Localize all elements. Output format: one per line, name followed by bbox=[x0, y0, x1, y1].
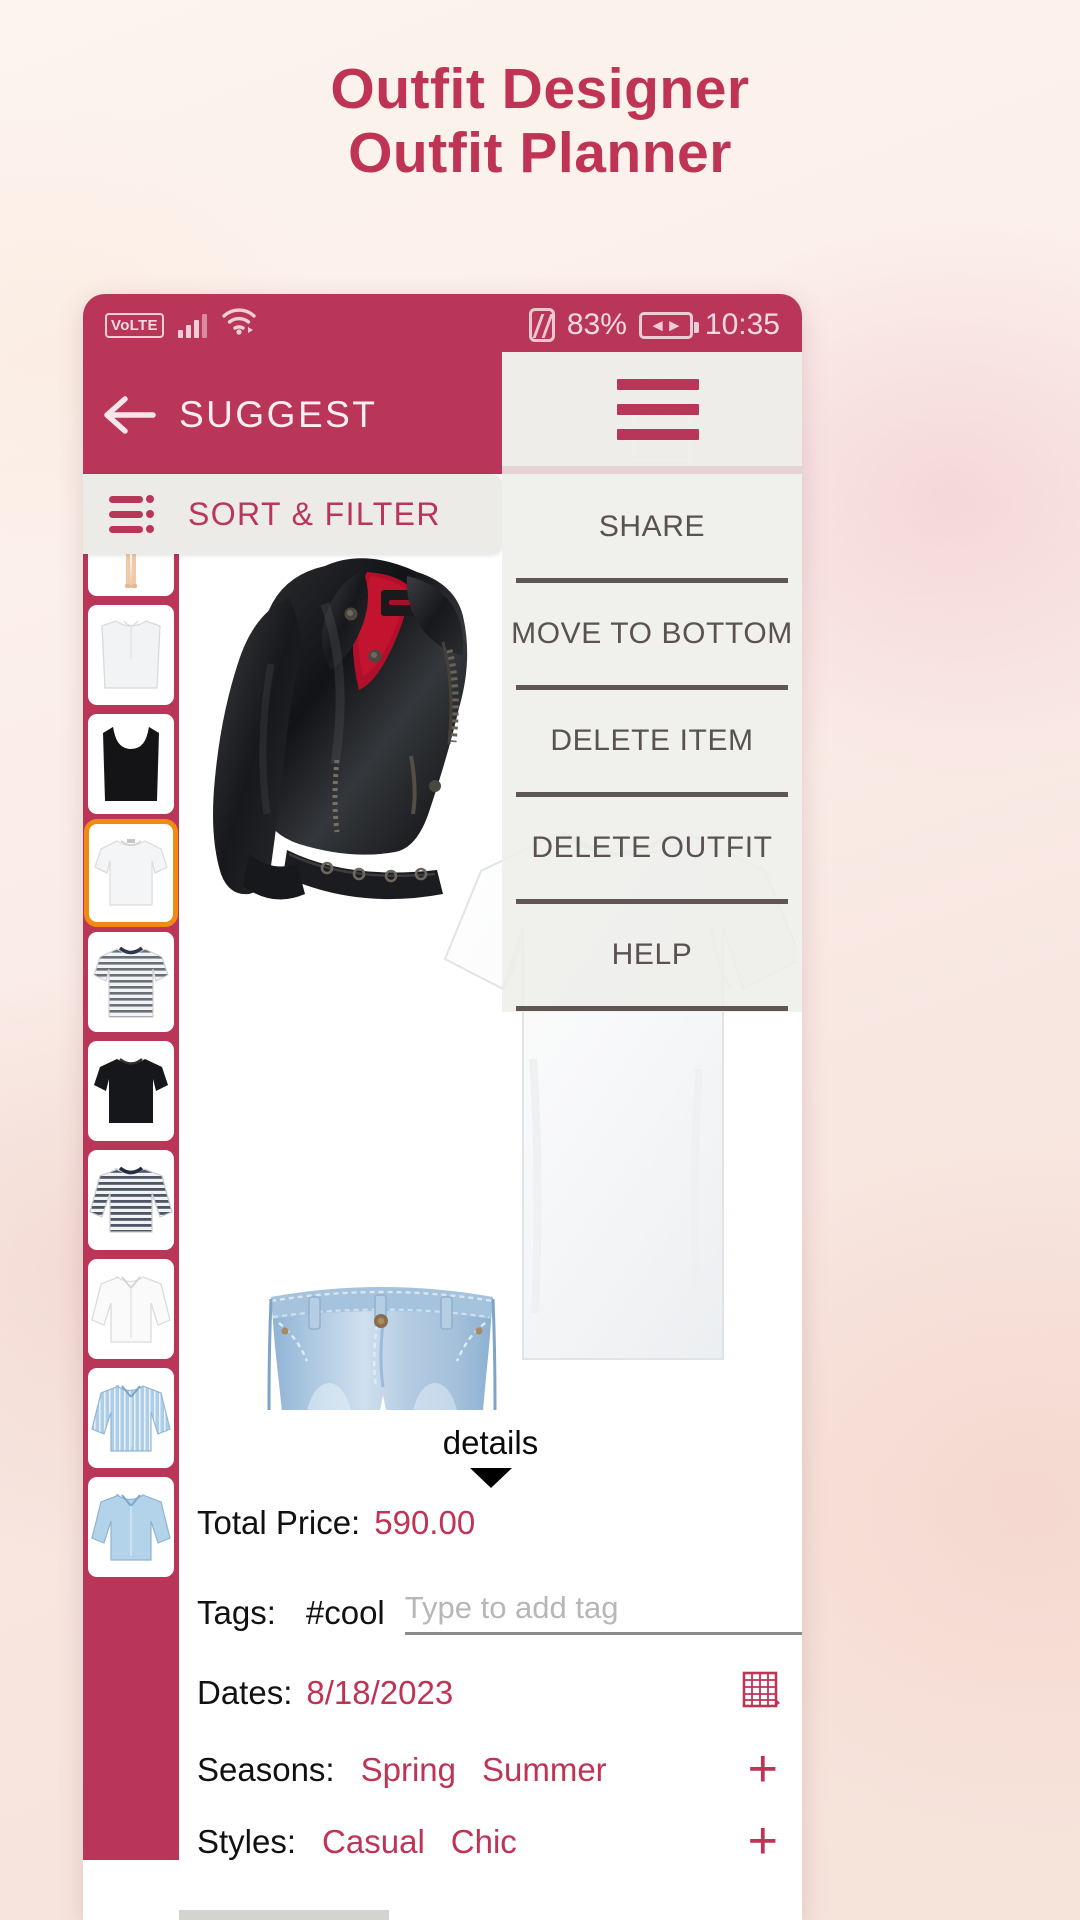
promo-heading: Outfit Designer Outfit Planner bbox=[0, 57, 1080, 186]
chevron-down-icon bbox=[469, 1468, 512, 1488]
menu-separator bbox=[516, 1006, 788, 1011]
style-chip-casual[interactable]: Casual bbox=[322, 1823, 425, 1861]
rail-item-white-t-shirt[interactable] bbox=[84, 819, 178, 927]
phone-screenshot: VoLTE 83% ◄► 10:35 SUGGEST SORT & FILTER… bbox=[83, 294, 802, 1920]
styles-row: Styles: Casual Chic + bbox=[197, 1815, 784, 1867]
rail-item-striped-tee[interactable] bbox=[88, 932, 174, 1032]
rail-item-black-tank-top[interactable] bbox=[88, 714, 174, 814]
tag-chip[interactable]: #cool bbox=[306, 1594, 385, 1632]
rail-item-white-blouse[interactable] bbox=[88, 1259, 174, 1359]
add-season-plus-icon[interactable]: + bbox=[748, 1743, 784, 1795]
status-bar: VoLTE 83% ◄► 10:35 bbox=[83, 294, 802, 356]
promo-line-2: Outfit Planner bbox=[348, 120, 732, 185]
menu-item-share[interactable]: SHARE bbox=[502, 476, 802, 578]
overflow-menu-list[interactable]: SHARE MOVE TO BOTTOM DELETE ITEM DELETE … bbox=[502, 466, 802, 1011]
rail-item-blue-striped-shirt[interactable] bbox=[88, 1368, 174, 1468]
total-price-value: 590.00 bbox=[374, 1504, 476, 1541]
menu-item-delete-outfit[interactable]: DELETE OUTFIT bbox=[502, 797, 802, 899]
add-style-plus-icon[interactable]: + bbox=[748, 1815, 784, 1867]
sort-and-filter-label: SORT & FILTER bbox=[188, 495, 441, 532]
season-chip-summer[interactable]: Summer bbox=[482, 1751, 607, 1789]
seasons-label: Seasons: bbox=[197, 1751, 335, 1788]
rail-item-white-sleeveless-top[interactable] bbox=[88, 605, 174, 705]
tags-label: Tags: bbox=[197, 1593, 276, 1631]
calendar-icon[interactable] bbox=[742, 1669, 784, 1717]
rail-item-striped-long-sleeve[interactable] bbox=[88, 1150, 174, 1250]
dates-row: Dates: 8/18/2023 bbox=[197, 1669, 784, 1717]
season-chip-spring[interactable]: Spring bbox=[361, 1751, 456, 1789]
rail-item-light-blue-shirt[interactable] bbox=[88, 1477, 174, 1577]
tags-row: Tags: #cool bbox=[197, 1590, 802, 1635]
total-price-row: Total Price: 590.00 bbox=[197, 1504, 784, 1542]
battery-charging-icon: ◄► bbox=[638, 311, 699, 339]
battery-percent-label: 83% bbox=[566, 308, 627, 341]
signal-bars-icon bbox=[177, 312, 207, 338]
nfc-icon bbox=[528, 308, 555, 342]
dates-value[interactable]: 8/18/2023 bbox=[306, 1674, 453, 1712]
back-arrow-icon[interactable] bbox=[83, 393, 179, 437]
promo-line-1: Outfit Designer bbox=[330, 57, 750, 121]
page-title: SUGGEST bbox=[179, 394, 378, 435]
total-price-label: Total Price: bbox=[197, 1504, 361, 1541]
sort-filter-icon bbox=[109, 495, 154, 533]
seasons-row: Seasons: Spring Summer + bbox=[197, 1743, 784, 1795]
dates-label: Dates: bbox=[197, 1674, 293, 1711]
menu-item-move-to-bottom[interactable]: MOVE TO BOTTOM bbox=[502, 583, 802, 685]
garment-thumbnail-rail[interactable] bbox=[83, 474, 179, 1860]
wifi-icon bbox=[221, 307, 257, 343]
clock-label: 10:35 bbox=[704, 308, 780, 341]
tag-input[interactable] bbox=[404, 1590, 802, 1635]
outfit-details-panel: details Total Price: 590.00 Tags: #cool … bbox=[179, 1410, 802, 1880]
sort-and-filter-button[interactable]: SORT & FILTER bbox=[83, 474, 502, 554]
styles-label: Styles: bbox=[197, 1823, 297, 1860]
hamburger-menu-icon[interactable] bbox=[502, 352, 802, 466]
menu-item-help[interactable]: HELP bbox=[502, 904, 802, 1006]
horizontal-scrollbar[interactable] bbox=[179, 1910, 389, 1920]
menu-item-delete-item[interactable]: DELETE ITEM bbox=[502, 690, 802, 792]
overflow-menu-panel: SHARE MOVE TO BOTTOM DELETE ITEM DELETE … bbox=[502, 352, 802, 1012]
style-chip-chic[interactable]: Chic bbox=[451, 1823, 517, 1861]
volte-icon: VoLTE bbox=[105, 312, 164, 338]
rail-item-black-t-shirt[interactable] bbox=[88, 1041, 174, 1141]
